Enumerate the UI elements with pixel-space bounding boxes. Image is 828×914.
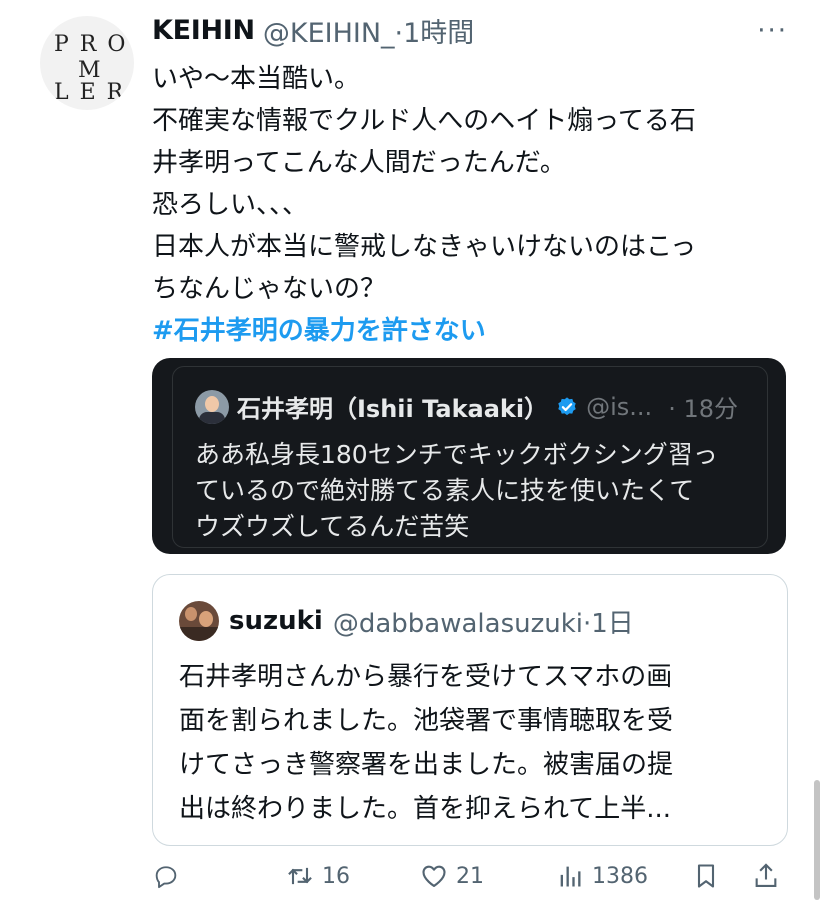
quoted-time: · 18分	[668, 395, 738, 423]
quoted-tweet-line: けてさっき警察署を出ました。被害届の提	[179, 750, 674, 780]
scrollbar[interactable]	[814, 780, 820, 900]
share-icon	[755, 863, 777, 887]
tweet-line: いや〜本当酷い。	[152, 64, 361, 94]
tweet-line: 恐ろしい、、、	[152, 190, 309, 220]
verified-badge-icon	[558, 396, 576, 415]
more-options-icon[interactable]: ···	[757, 16, 788, 46]
action-bar: 16 21 1386	[152, 862, 792, 900]
retweet-icon	[288, 867, 312, 885]
quoted-tweet-card[interactable]: suzuki @dabbawalasuzuki·1日 石井孝明さんから暴行を受け…	[152, 574, 788, 846]
quoted-tweet-header: suzuki @dabbawalasuzuki·1日	[179, 601, 634, 641]
author-name[interactable]: KEIHIN	[152, 15, 255, 46]
tweet-text: いや〜本当酷い。 不確実な情報でクルド人へのヘイト煽ってる石 井孝明ってこんな人…	[152, 58, 792, 352]
tweet-line: 日本人が本当に警戒しなきゃいけないのはこっ	[152, 232, 697, 262]
quoted-tweet-text: 石井孝明さんから暴行を受けてスマホの画 面を割られました。池袋署で事情聴取を受 …	[179, 655, 769, 831]
quoted-image-line: ウズウズしてるんだ苦笑	[195, 512, 470, 541]
avatar-text-bottom: L E R	[54, 80, 126, 105]
quoted-tweet-author-name: suzuki	[229, 606, 323, 636]
views-chart-icon	[560, 866, 581, 887]
quoted-author-handle: @is...	[586, 392, 653, 421]
like-count: 21	[456, 863, 484, 889]
heart-icon	[422, 865, 446, 887]
quoted-tweet-avatar	[179, 601, 219, 641]
tweet-header: KEIHIN @KEIHIN_·1時間	[152, 11, 474, 50]
quoted-author-name: 石井孝明（Ishii Takaaki）	[237, 395, 549, 423]
like-button[interactable]: 21	[420, 862, 484, 890]
quoted-image-line: ああ私身長180センチでキックボクシング習っ	[195, 440, 718, 469]
author-handle-time[interactable]: @KEIHIN_·1時間	[263, 11, 474, 50]
hashtag-link[interactable]: #石井孝明の暴力を許さない	[152, 310, 792, 352]
quoted-image-card[interactable]: 石井孝明（Ishii Takaaki） @is... · 18分 ああ私身長18…	[152, 358, 786, 554]
quoted-tweet-line: 出は終わりました。首を抑えられて上半...	[179, 794, 672, 824]
author-avatar[interactable]: P R O M L E R	[40, 16, 134, 110]
quoted-tweet-line: 石井孝明さんから暴行を受けてスマホの画	[179, 662, 673, 692]
bookmark-icon	[697, 864, 715, 888]
quoted-image-inner: 石井孝明（Ishii Takaaki） @is... · 18分 ああ私身長18…	[172, 366, 768, 548]
retweet-count: 16	[322, 863, 350, 889]
quoted-image-header: 石井孝明（Ishii Takaaki） @is... · 18分	[195, 389, 738, 424]
retweet-button[interactable]: 16	[286, 862, 350, 890]
avatar-text-top: P R O	[54, 32, 128, 57]
bookmark-button[interactable]	[692, 862, 720, 890]
share-button[interactable]	[752, 862, 780, 890]
reply-button[interactable]	[152, 862, 180, 890]
quoted-author-avatar	[195, 389, 229, 424]
tweet-line: ちなんじゃないの？	[152, 274, 387, 304]
views-count: 1386	[592, 863, 648, 889]
quoted-image-text: ああ私身長180センチでキックボクシング習っ ているので絶対勝てる素人に技を使い…	[195, 437, 755, 545]
tweet-line: 井孝明ってこんな人間だったんだ。	[152, 148, 566, 178]
tweet-line: 不確実な情報でクルド人へのヘイト煽ってる石	[152, 106, 696, 136]
quoted-image-line: ているので絶対勝てる素人に技を使いたくて	[195, 476, 695, 505]
reply-icon	[155, 866, 177, 889]
views-button[interactable]: 1386	[556, 862, 648, 890]
quoted-tweet-line: 面を割られました。池袋署で事情聴取を受	[179, 706, 674, 736]
quoted-tweet-handle-time: @dabbawalasuzuki·1日	[332, 608, 634, 639]
